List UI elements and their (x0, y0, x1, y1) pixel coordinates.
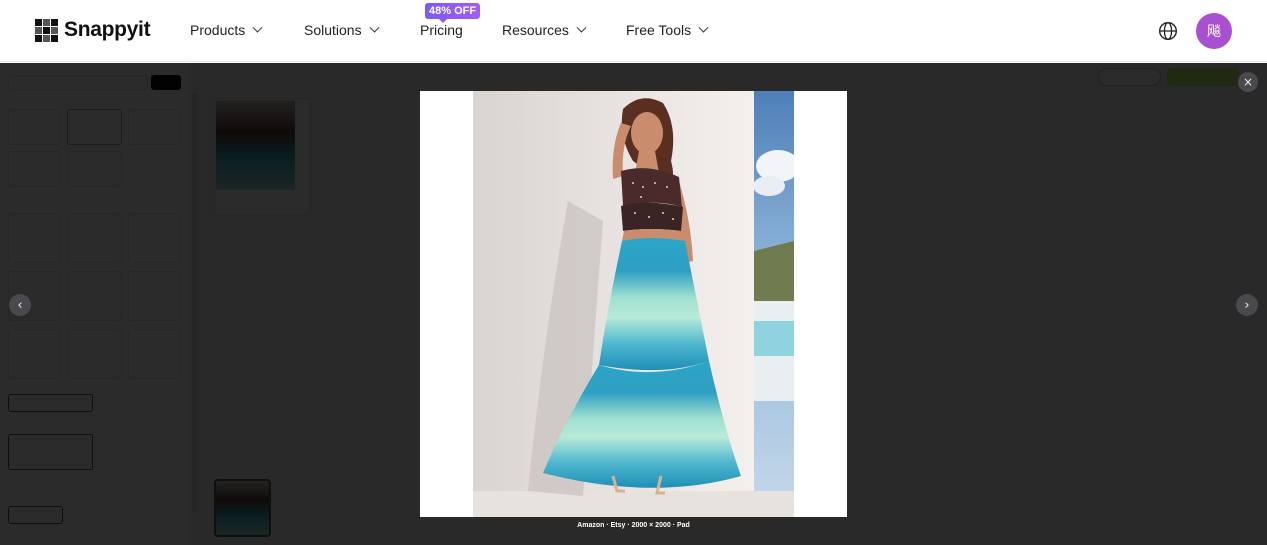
user-avatar[interactable]: 飚 (1196, 13, 1232, 49)
nav-resources[interactable]: Resources (502, 22, 587, 38)
image-preview-modal (420, 91, 847, 517)
nav-solutions-label: Solutions (304, 22, 362, 38)
image-caption: Amazon · Etsy · 2000 × 2000 · Pad (577, 522, 690, 529)
chevron-right-icon: › (1244, 297, 1250, 313)
close-button[interactable]: × (1238, 72, 1258, 92)
nav-pricing[interactable]: Pricing (420, 22, 463, 38)
product-photo (473, 91, 794, 517)
discount-badge: 48% OFF (425, 3, 481, 23)
chevron-down-icon (698, 22, 709, 33)
nav-pricing-label: Pricing (420, 22, 463, 38)
globe-icon[interactable] (1158, 21, 1178, 41)
chevron-left-icon: ‹ (17, 297, 23, 313)
nav-products[interactable]: Products (190, 22, 263, 38)
next-image-button[interactable]: › (1236, 294, 1258, 316)
nav-solutions[interactable]: Solutions (304, 22, 380, 38)
prev-image-button[interactable]: ‹ (9, 294, 31, 316)
nav-free-tools[interactable]: Free Tools (626, 22, 709, 38)
brand-name: Snappyit (64, 18, 151, 41)
chevron-down-icon (576, 22, 587, 33)
brand-logo[interactable]: Snappyit (35, 18, 151, 42)
snappyit-logo-icon (35, 18, 58, 42)
chevron-down-icon (369, 22, 380, 33)
nav-resources-label: Resources (502, 22, 569, 38)
chevron-down-icon (252, 22, 263, 33)
nav-free-tools-label: Free Tools (626, 22, 692, 38)
close-icon: × (1242, 75, 1254, 89)
nav-products-label: Products (190, 22, 246, 38)
top-navbar: Snappyit Products Solutions 48% OFF Pric… (0, 0, 1267, 62)
